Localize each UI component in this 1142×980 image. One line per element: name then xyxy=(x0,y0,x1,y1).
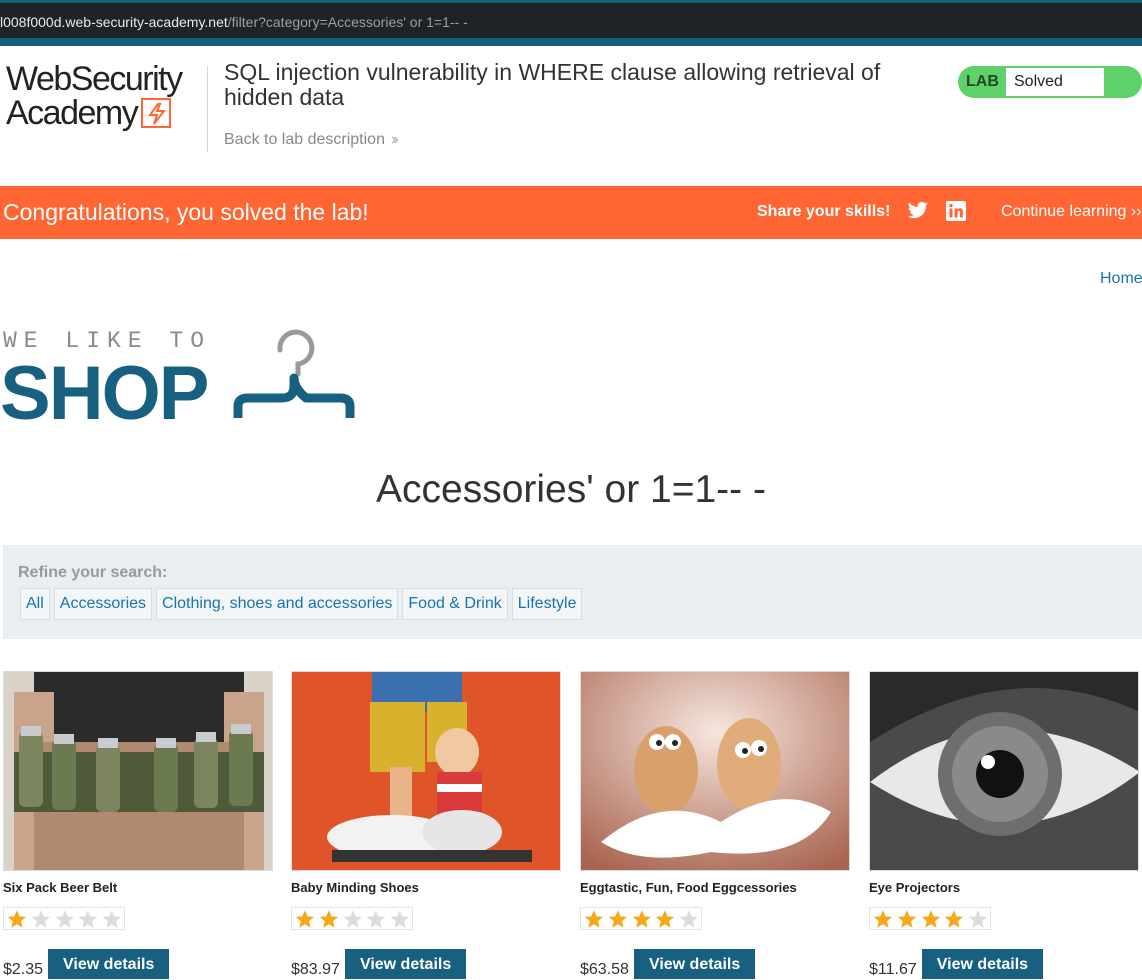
star-empty-icon xyxy=(367,909,386,928)
rating-stars xyxy=(291,907,413,930)
academy-logo[interactable]: WebSecurity Academy xyxy=(6,62,206,130)
lightning-icon xyxy=(141,98,172,128)
browser-divider xyxy=(0,38,1142,46)
star-empty-icon xyxy=(679,909,699,928)
back-link-label: Back to lab description xyxy=(224,131,385,148)
star-filled-icon xyxy=(295,909,315,928)
star-filled-icon xyxy=(656,909,675,928)
product-name: Baby Minding Shoes xyxy=(291,880,419,895)
back-to-lab-link[interactable]: Back to lab description ›› xyxy=(224,131,398,149)
view-details-button[interactable]: View details xyxy=(921,949,1044,979)
rating-stars xyxy=(3,907,125,930)
academy-header: WebSecurity Academy SQL injection vulner… xyxy=(0,46,1142,186)
star-filled-icon xyxy=(873,909,893,928)
star-empty-icon xyxy=(102,909,122,928)
product-image xyxy=(3,671,273,871)
url-text[interactable]: l008f000d.web-security-academy.net/filte… xyxy=(0,14,468,30)
header-divider xyxy=(207,66,208,152)
product-price: $2.35 xyxy=(3,961,44,978)
price-row: $11.67 View details xyxy=(869,949,1139,979)
page-heading: Accessories' or 1=1-- - xyxy=(376,468,766,511)
star-empty-icon xyxy=(390,909,410,928)
lab-status-widget: LAB Solved xyxy=(958,66,1142,98)
lab-state: Solved xyxy=(1006,68,1104,96)
star-empty-icon xyxy=(968,909,988,928)
hanger-icon xyxy=(233,329,355,418)
star-filled-icon xyxy=(584,909,604,928)
product-image xyxy=(580,671,850,871)
logo-line-2-text: Academy xyxy=(6,94,139,132)
price-row: $63.58 View details xyxy=(580,949,850,979)
lab-badge: LAB xyxy=(966,73,999,90)
rating-stars xyxy=(869,907,991,930)
product-name: Six Pack Beer Belt xyxy=(3,880,118,895)
lab-title: SQL injection vulnerability in WHERE cla… xyxy=(224,59,881,110)
product-card: Eye Projectors $11.67 View details xyxy=(869,671,1139,979)
filter-lifestyle[interactable]: Lifestyle xyxy=(511,588,583,620)
product-card: Eggtastic, Fun, Food Eggcessories $63.58… xyxy=(580,671,850,979)
star-filled-icon xyxy=(921,909,940,928)
star-filled-icon xyxy=(608,909,627,928)
star-empty-icon xyxy=(79,909,98,928)
share-label: Share your skills! xyxy=(757,203,891,220)
product-price: $11.67 xyxy=(869,961,917,978)
home-link[interactable]: Home xyxy=(1100,270,1142,288)
product-image xyxy=(291,671,561,871)
view-details-button[interactable]: View details xyxy=(344,949,467,979)
linkedin-icon[interactable] xyxy=(946,201,966,226)
star-filled-icon xyxy=(7,909,27,928)
star-filled-icon xyxy=(945,909,964,928)
filter-categories: All Accessories Clothing, shoes and acce… xyxy=(20,588,583,620)
product-card: Baby Minding Shoes $83.97 View details xyxy=(291,671,561,979)
star-filled-icon xyxy=(319,909,338,928)
congrats-message: Congratulations, you solved the lab! xyxy=(3,199,369,225)
star-empty-icon xyxy=(31,909,50,928)
product-price: $63.58 xyxy=(580,961,629,978)
product-name: Eggtastic, Fun, Food Eggcessories xyxy=(580,880,797,895)
logo-line-2: Academy xyxy=(6,96,206,130)
solved-banner: Congratulations, you solved the lab! Sha… xyxy=(0,186,1142,239)
star-filled-icon xyxy=(897,909,916,928)
star-filled-icon xyxy=(632,909,651,928)
product-image xyxy=(869,671,1139,871)
url-host: l008f000d.web-security-academy.net xyxy=(0,14,228,30)
url-path: /filter?category=Accessories' or 1=1-- - xyxy=(227,14,468,30)
price-row: $83.97 View details xyxy=(291,949,561,979)
filter-panel: Refine your search: All Accessories Clot… xyxy=(3,545,1142,639)
continue-label: Continue learning xyxy=(1001,203,1127,220)
view-details-button[interactable]: View details xyxy=(48,949,170,979)
product-name: Eye Projectors xyxy=(869,880,961,895)
star-empty-icon xyxy=(55,909,74,928)
double-chevron-icon: ›› xyxy=(1130,203,1142,220)
price-row: $2.35 View details xyxy=(3,949,273,979)
filter-clothing[interactable]: Clothing, shoes and accessories xyxy=(156,588,399,620)
star-empty-icon xyxy=(343,909,362,928)
shop-wordmark: SHOP xyxy=(0,351,209,436)
rating-stars xyxy=(580,907,702,930)
product-card: Six Pack Beer Belt $2.35 View details xyxy=(3,671,273,979)
product-price: $83.97 xyxy=(291,961,340,978)
twitter-icon[interactable] xyxy=(907,201,929,226)
continue-learning-link[interactable]: Continue learning ›› xyxy=(1001,203,1142,221)
filter-label: Refine your search: xyxy=(18,564,168,581)
filter-accessories[interactable]: Accessories xyxy=(53,588,153,620)
filter-food-drink[interactable]: Food & Drink xyxy=(402,588,508,620)
logo-line-1: WebSecurity xyxy=(6,60,183,98)
view-details-button[interactable]: View details xyxy=(633,949,756,979)
filter-all[interactable]: All xyxy=(20,588,50,620)
double-chevron-icon: ›› xyxy=(390,131,398,148)
